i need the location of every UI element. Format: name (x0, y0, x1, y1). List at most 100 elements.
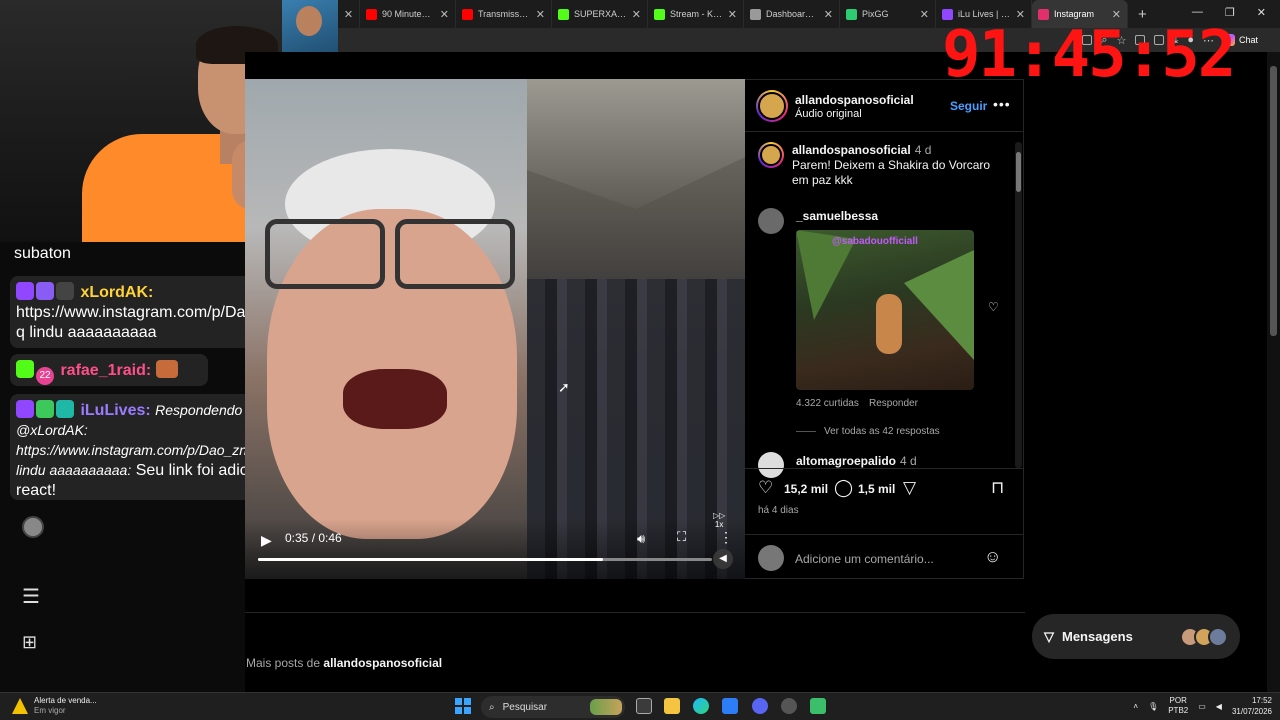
obs-icon[interactable] (781, 698, 797, 714)
warning-icon (12, 698, 28, 714)
video-player[interactable]: ➚ ▶ 0:35 / 0:46 🔊︎ ⛶ ⋮ ▷▷ 1x ◀︎ (245, 79, 745, 579)
caption-age: 4 d (914, 143, 932, 157)
browser-tab[interactable]: Transmissão ao v ✕ (456, 0, 552, 28)
twitch-icon (16, 282, 34, 300)
clock[interactable]: 17:52 31/07/2026 (1232, 695, 1272, 717)
file-explorer-icon[interactable] (664, 698, 680, 714)
bot-badge-icon (56, 400, 74, 418)
comment-age: 4 d (900, 454, 917, 468)
browser-tab[interactable]: Dashboard - Live ✕ (744, 0, 840, 28)
alert-text: Alerta de venda... Em vigor (34, 696, 97, 716)
comment-icon[interactable]: ◯ (834, 478, 853, 498)
close-tab-icon[interactable]: ✕ (728, 8, 737, 21)
speaker-icon[interactable]: ◀︎ (1216, 702, 1222, 711)
more-posts-author[interactable]: allandospanosoficial (323, 656, 442, 670)
browser-tab[interactable]: PixGG ✕ (840, 0, 936, 28)
close-tab-icon[interactable]: ✕ (920, 8, 929, 21)
commenter-name[interactable]: altomagroepalido 4 d (796, 454, 917, 468)
edge-icon[interactable] (693, 698, 709, 714)
subathon-timer: 91:45:52 (942, 18, 1236, 92)
bits-badge-icon (56, 282, 74, 300)
comment-count[interactable]: 1,5 mil (858, 482, 895, 496)
comment-likes[interactable]: 4.322 curtidas (796, 398, 859, 409)
post-date: há 4 dias (758, 505, 799, 516)
app-icon[interactable] (810, 698, 826, 714)
microphone-icon[interactable]: 🎙︎ (1148, 702, 1158, 711)
twitch-icon (16, 400, 34, 418)
browser-tab[interactable]: 90 Minutes Of N ✕ (360, 0, 456, 28)
logo-pane (464, 707, 471, 714)
taskbar-search[interactable]: ⌕ Pesquisar (481, 696, 625, 718)
wall-poster (282, 0, 338, 58)
apps-grid-icon[interactable]: ⊞ (22, 632, 37, 653)
comments-scrollbar[interactable] (1015, 142, 1022, 468)
discord-icon[interactable] (752, 698, 768, 714)
network-icon[interactable]: ▭ (1198, 702, 1206, 711)
taskbar: Alerta de venda... Em vigor ⌕ Pesquisar ˄ … (0, 692, 1280, 720)
messages-button[interactable]: ▽ Mensagens (1032, 614, 1240, 659)
weather-widget[interactable]: Alerta de venda... Em vigor (12, 696, 97, 716)
volume-icon[interactable]: 🔊︎ (637, 531, 645, 547)
lang-bottom: PTB2 (1168, 706, 1189, 715)
windows-start-icon[interactable] (455, 698, 471, 714)
chat-username: iLuLives: (80, 402, 151, 419)
play-icon[interactable]: ▶ (261, 532, 272, 549)
comment-input[interactable]: Adicione um comentário... (795, 552, 934, 566)
scrollbar-thumb[interactable] (1016, 152, 1021, 192)
speed-indicator[interactable]: ▷▷ 1x (713, 511, 725, 529)
commenter-name-text: altomagroepalido (796, 454, 897, 468)
post-options-icon[interactable]: ••• (993, 96, 1011, 112)
caption-avatar[interactable] (758, 142, 784, 168)
comment-like-icon[interactable]: ♡ (988, 300, 999, 314)
video-progress-bar[interactable] (258, 558, 712, 561)
mute-icon[interactable]: ◀︎ (713, 549, 733, 569)
follow-button[interactable]: Seguir (950, 99, 987, 113)
browser-tab[interactable]: ✕ (338, 0, 360, 28)
close-tab-icon[interactable]: ✕ (632, 8, 641, 21)
browser-tab[interactable]: Stream - Kick Da ✕ (648, 0, 744, 28)
commenter-name[interactable]: _samuelbessa (796, 209, 878, 223)
author-name[interactable]: allandospanosoficial (795, 93, 914, 107)
close-tab-icon[interactable]: ✕ (536, 8, 545, 21)
level-badge: 22 (36, 367, 54, 385)
like-count[interactable]: 15,2 mil (784, 482, 828, 496)
caption-author[interactable]: allandospanosoficial 4 d (792, 143, 931, 157)
tab-label: Dashboard - Live (766, 9, 819, 19)
page-scrollbar[interactable] (1267, 52, 1280, 692)
like-icon[interactable]: ♡ (758, 478, 773, 498)
author-avatar[interactable] (756, 90, 788, 122)
clock-time: 17:52 (1251, 696, 1272, 705)
section-divider (245, 612, 1025, 613)
avatar-image (760, 144, 782, 166)
task-view-icon[interactable] (636, 698, 652, 714)
close-tab-icon[interactable]: ✕ (440, 8, 449, 21)
commenter-avatar[interactable] (758, 208, 784, 234)
clock-date: 31/07/2026 (1231, 707, 1272, 716)
close-window-button[interactable]: ✕ (1257, 6, 1266, 19)
store-icon[interactable] (722, 698, 738, 714)
chevron-up-icon[interactable]: ˄ (1133, 702, 1138, 711)
tab-label: Transmissão ao v (478, 9, 531, 19)
my-avatar (758, 545, 784, 571)
caption-author-name: allandospanosoficial (792, 143, 911, 157)
close-tab-icon[interactable]: ✕ (344, 8, 353, 21)
browser-tab[interactable]: SUPERXANDAO ✕ (552, 0, 648, 28)
page-scrollbar-thumb[interactable] (1270, 66, 1277, 336)
audio-label[interactable]: Áudio original (795, 108, 862, 120)
hamburger-menu-icon[interactable]: ☰ (22, 584, 40, 609)
chat-text: subaton (14, 245, 71, 262)
save-icon[interactable]: ⊓ (991, 478, 1004, 498)
kick-icon (16, 360, 34, 378)
language-indicator[interactable]: POR PTB2 (1168, 696, 1188, 716)
fullscreen-icon[interactable]: ⛶ (677, 529, 686, 545)
chat-label: Chat (1238, 35, 1258, 45)
user-avatar[interactable] (22, 516, 44, 538)
view-replies-button[interactable]: Ver todas as 42 respostas (796, 426, 940, 437)
reply-button[interactable]: Responder (869, 398, 918, 409)
share-icon[interactable]: ▽ (903, 478, 916, 498)
star-badge-icon (36, 282, 54, 300)
close-tab-icon[interactable]: ✕ (824, 8, 833, 21)
more-options-icon[interactable]: ⋮ (719, 529, 733, 546)
emoji-icon[interactable]: ☺ (984, 547, 1001, 567)
verified-badge-icon (36, 400, 54, 418)
